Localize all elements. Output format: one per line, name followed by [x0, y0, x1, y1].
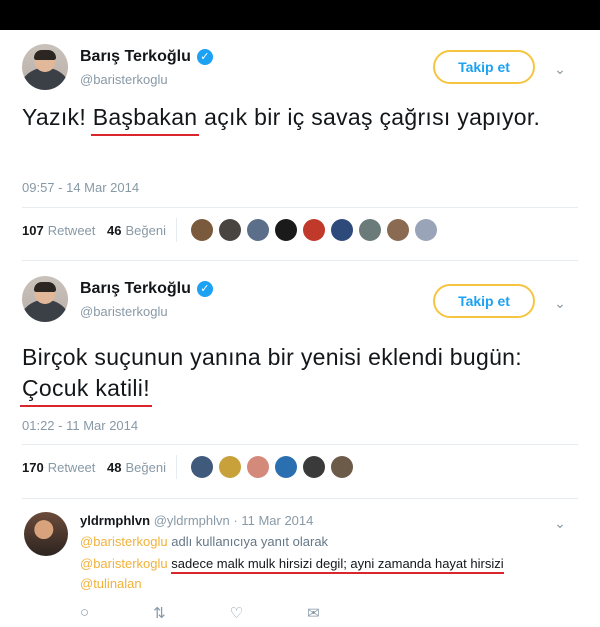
divider: [22, 260, 578, 261]
tweet-stats: 170 Retweet 48 Beğeni: [22, 455, 355, 479]
liker-avatar[interactable]: [190, 456, 213, 478]
reply-body: @baristerkoglu sadece malk mulk hirsizi …: [80, 556, 505, 574]
tweet-text: Birçok suçunun yanına bir yenisi eklendi…: [20, 342, 562, 407]
author-row: Barış Terkoğlu ✓: [80, 48, 213, 66]
verified-icon: ✓: [196, 281, 213, 297]
stats-separator: [175, 455, 177, 479]
liker-avatar[interactable]: [358, 219, 381, 241]
liker-avatar[interactable]: [218, 456, 241, 478]
reply-header: yldrmphlvn @yldrmphlvn · 11 Mar 2014: [80, 513, 313, 528]
author-name[interactable]: Barış Terkoğlu: [80, 48, 191, 66]
reply-extra: @tulinalan: [80, 576, 142, 591]
reply-icon[interactable]: ○: [80, 604, 89, 622]
tweet-text-underlined: Başbakan: [90, 102, 200, 136]
liker-avatar[interactable]: [218, 219, 241, 241]
liker-avatar[interactable]: [246, 456, 269, 478]
avatar[interactable]: [22, 276, 68, 322]
reply-date[interactable]: · 11 Mar 2014: [233, 513, 313, 528]
reply-body-mention[interactable]: @baristerkoglu: [80, 556, 168, 571]
screenshot-card: Barış Terkoğlu ✓ @baristerkoglu Takip et…: [0, 30, 600, 627]
like-label[interactable]: Beğeni: [126, 460, 166, 475]
author-handle[interactable]: @baristerkoglu: [80, 72, 168, 87]
chevron-down-icon[interactable]: ⌄: [553, 516, 567, 530]
reply-author-handle[interactable]: @yldrmphlvn: [154, 513, 230, 528]
message-icon[interactable]: ✉: [307, 604, 320, 622]
tweet-text-before: Yazık!: [22, 104, 93, 130]
retweet-label[interactable]: Retweet: [48, 460, 96, 475]
follow-button[interactable]: Takip et: [433, 284, 535, 318]
liker-avatar[interactable]: [246, 219, 269, 241]
divider: [22, 207, 578, 208]
liker-avatar[interactable]: [302, 456, 325, 478]
retweet-label[interactable]: Retweet: [48, 223, 96, 238]
reply-body-text: sadece malk mulk hirsizi degil; ayni zam…: [171, 556, 505, 574]
liker-avatar[interactable]: [274, 456, 297, 478]
reply-tweet: yldrmphlvn @yldrmphlvn · 11 Mar 2014 ⌄ @…: [0, 500, 600, 627]
liker-avatar[interactable]: [302, 219, 325, 241]
reply-to-mention[interactable]: @baristerkoglu: [80, 534, 168, 549]
liker-avatar[interactable]: [414, 219, 437, 241]
follow-button[interactable]: Takip et: [433, 50, 535, 84]
like-label[interactable]: Beğeni: [126, 223, 166, 238]
divider: [22, 498, 578, 499]
liker-avatar[interactable]: [330, 219, 353, 241]
tweet-stats: 107 Retweet 46 Beğeni: [22, 218, 439, 242]
chevron-down-icon[interactable]: ⌄: [553, 62, 567, 76]
tweet-timestamp[interactable]: 01:22 - 11 Mar 2014: [22, 418, 138, 433]
tweet-text-before: Birçok suçunun yanına bir yenisi eklendi…: [22, 344, 522, 370]
retweet-count[interactable]: 107: [22, 223, 44, 238]
like-count[interactable]: 46: [107, 223, 121, 238]
divider: [22, 444, 578, 445]
tweet-1: Barış Terkoğlu ✓ @baristerkoglu Takip et…: [0, 30, 600, 262]
liker-avatar[interactable]: [330, 456, 353, 478]
retweet-icon[interactable]: ⇅: [153, 604, 166, 622]
tweet-text-after: açık bir iç savaş çağrısı yapıyor.: [197, 104, 541, 130]
chevron-down-icon[interactable]: ⌄: [553, 296, 567, 310]
like-count[interactable]: 48: [107, 460, 121, 475]
verified-icon: ✓: [196, 49, 213, 65]
author-row: Barış Terkoğlu ✓: [80, 280, 213, 298]
reply-context: @baristerkoglu adlı kullanıcıya yanıt ol…: [80, 534, 328, 549]
author-name[interactable]: Barış Terkoğlu: [80, 280, 191, 298]
retweet-count[interactable]: 170: [22, 460, 44, 475]
reply-author-name[interactable]: yldrmphlvn: [80, 513, 150, 528]
tweet-text: Yazık! Başbakan açık bir iç savaş çağrıs…: [22, 102, 562, 136]
liker-avatar[interactable]: [274, 219, 297, 241]
reply-actions: ○ ⇅ ♡ ✉: [80, 604, 320, 622]
like-icon[interactable]: ♡: [230, 604, 243, 622]
reply-extra-mention[interactable]: @tulinalan: [80, 576, 142, 591]
author-handle[interactable]: @baristerkoglu: [80, 304, 168, 319]
reply-avatar[interactable]: [24, 512, 68, 556]
stats-separator: [175, 218, 177, 242]
liker-avatar[interactable]: [190, 219, 213, 241]
tweet-timestamp[interactable]: 09:57 - 14 Mar 2014: [22, 180, 139, 195]
liker-avatar[interactable]: [386, 219, 409, 241]
reply-to-text: adlı kullanıcıya yanıt olarak: [167, 534, 329, 549]
avatar[interactable]: [22, 44, 68, 90]
tweet-2: Barış Terkoğlu ✓ @baristerkoglu Takip et…: [0, 262, 600, 500]
tweet-text-underlined: Çocuk katili!: [20, 373, 152, 407]
